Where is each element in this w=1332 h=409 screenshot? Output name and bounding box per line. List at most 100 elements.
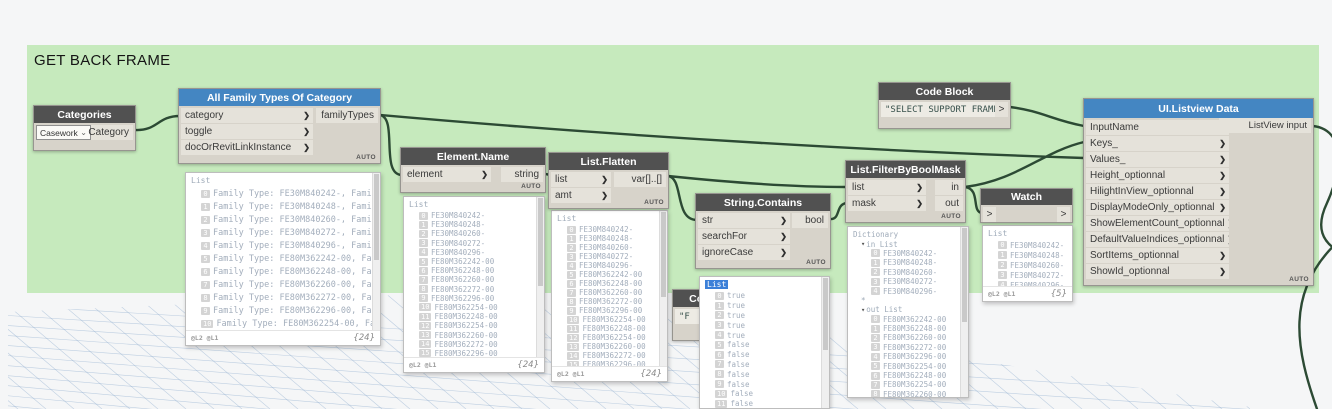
list-index-badge: 7 — [419, 275, 428, 284]
list-value: true — [727, 301, 746, 311]
output-port-out[interactable]: out — [935, 196, 963, 211]
scrollbar[interactable] — [536, 197, 544, 357]
preview-bubble-bool-list[interactable]: List 0 true 1 true 2 true 3 true 4 true 5 false 6 fal… — [699, 276, 830, 409]
input-port-showelementcount-optionnal[interactable]: ShowElementCount_optionnal — [1086, 216, 1229, 231]
input-port[interactable]: > — [983, 207, 996, 222]
preview-bubble-dictionary[interactable]: Dictionary ▾ in List 0 FE30M840242- 1 FE30M8… — [847, 226, 969, 398]
preview-bubble-element-names[interactable]: List 0 FE30M840242- 1 FE30M840248- 2 FE30M840… — [403, 196, 545, 373]
output-port-in[interactable]: in — [935, 180, 963, 195]
output-port[interactable]: > — [1057, 207, 1070, 222]
input-port-amt[interactable]: amt — [551, 188, 611, 203]
node-header[interactable]: Element.Name — [401, 148, 545, 165]
preview-bubble-flattened[interactable]: List 0 FE30M840242- 1 FE30M840248- 2 FE30M840… — [551, 210, 668, 382]
element-name-node[interactable]: Element.Name element string AUTO — [400, 147, 546, 193]
dictionary-in-branch[interactable]: ▾ in List — [853, 239, 956, 249]
input-port-sortitems-optionnal[interactable]: SortItems_optionnal — [1086, 248, 1229, 263]
output-port-var[interactable]: var[]..[] — [614, 172, 666, 187]
input-port-inputname[interactable]: InputName — [1086, 120, 1229, 135]
dynamo-canvas[interactable]: GET BACK FRAME Code Block "F List 0Famil… — [0, 0, 1332, 409]
list-value: FE80M362254-00 — [582, 315, 646, 324]
scrollbar[interactable] — [659, 211, 667, 366]
code-block-node[interactable]: Code Block "SELECT SUPPORT FRAME"; > — [878, 82, 1011, 129]
input-port-defaultvalueindices-optionnal[interactable]: DefaultValueIndices_optionnal — [1086, 232, 1229, 247]
node-header[interactable]: List.FilterByBoolMask — [846, 161, 965, 178]
scrollbar[interactable] — [960, 227, 968, 397]
category-dropdown[interactable]: Casework ⌄ — [36, 125, 91, 140]
list-index-badge: 0 — [998, 241, 1007, 249]
list-item: 10 false — [705, 389, 817, 399]
list-index-badge: 10 — [567, 315, 580, 324]
list-item: 7 FE80M362260-00 — [409, 275, 532, 284]
list-count: {24} — [517, 360, 539, 370]
input-port-values-[interactable]: Values_ — [1086, 152, 1229, 167]
lacing-indicator[interactable]: AUTO — [356, 154, 376, 161]
list-index-badge: 9 — [419, 294, 428, 303]
lacing-indicator[interactable]: AUTO — [644, 199, 664, 206]
input-port-docorrevitlinkinstance[interactable]: docOrRevitLinkInstance — [181, 140, 313, 155]
node-header[interactable]: List.Flatten — [549, 153, 668, 170]
input-port-mask[interactable]: mask — [848, 196, 926, 211]
string-contains-node[interactable]: String.Contains str bool searchFor ignor… — [695, 193, 831, 269]
filter-by-bool-mask-node[interactable]: List.FilterByBoolMask list in mask out A… — [845, 160, 966, 223]
list-value: FE30M840260- — [883, 267, 938, 277]
input-port-str[interactable]: str — [698, 213, 790, 228]
scrollbar[interactable] — [372, 173, 380, 330]
dictionary-out-branch[interactable]: ▾ out List — [853, 305, 956, 314]
input-port-keys-[interactable]: Keys_ — [1086, 136, 1229, 151]
preview-bubble-watch[interactable]: List 0 FE30M840242- 1 FE30M840248- 2 FE30M840… — [982, 225, 1073, 302]
list-levels: @L2 @L1 — [557, 370, 585, 378]
code-expression[interactable]: "SELECT SUPPORT FRAME"; — [881, 102, 995, 117]
watch-node[interactable]: Watch > > — [980, 188, 1073, 223]
list-value: false — [730, 399, 754, 408]
input-port-searchfor[interactable]: searchFor — [698, 229, 790, 244]
list-index-badge: 1 — [871, 324, 880, 333]
list-item: 8 FE80M362260-00 — [853, 390, 956, 397]
list-items: 0Family Type: FE30M840242-, Family: FE30… — [191, 187, 380, 330]
input-port-ignorecase[interactable]: ignoreCase — [698, 245, 790, 260]
lacing-indicator[interactable]: AUTO — [521, 183, 541, 190]
list-flatten-node[interactable]: List.Flatten list var[]..[] amt AUTO — [548, 152, 669, 209]
input-port-displaymodeonly-optionnal[interactable]: DisplayModeOnly_optionnal — [1086, 200, 1229, 215]
input-port-element[interactable]: element — [403, 167, 491, 182]
preview-bubble-family-types[interactable]: List 0Family Type: FE30M840242-, Family:… — [185, 172, 381, 346]
node-header[interactable]: Categories — [34, 106, 135, 123]
categories-node[interactable]: Categories Casework ⌄ Category — [33, 105, 136, 151]
list-item: 15 FE80M362296-00 — [409, 349, 532, 357]
expander-icon[interactable]: ▾ — [861, 240, 865, 248]
lacing-indicator[interactable]: AUTO — [1289, 276, 1309, 283]
output-port[interactable]: > — [995, 102, 1008, 117]
input-port-list[interactable]: list — [551, 172, 611, 187]
scrollbar[interactable] — [821, 277, 829, 408]
input-port-toggle[interactable]: toggle — [181, 124, 313, 139]
lacing-indicator[interactable]: AUTO — [941, 213, 961, 220]
node-header[interactable]: String.Contains — [696, 194, 830, 211]
list-value: FE80M362248-00 — [579, 279, 643, 288]
node-header[interactable]: Code Block — [879, 83, 1010, 100]
list-item: 6 false — [705, 350, 817, 360]
input-port-height-optionnal[interactable]: Height_optionnal — [1086, 168, 1229, 183]
output-port-string[interactable]: string — [501, 167, 543, 182]
input-port-category[interactable]: category — [181, 108, 313, 123]
lacing-indicator[interactable]: AUTO — [806, 259, 826, 266]
input-port-hilightinview-optionnal[interactable]: HilightInView_optionnal — [1086, 184, 1229, 199]
expander-icon[interactable]: ▾ — [861, 306, 865, 314]
list-value: FE80M362296-00 — [431, 293, 495, 303]
list-value: Family Type: FE80M362248-00, Family: FE8… — [213, 266, 380, 277]
ui-listview-data-node[interactable]: UI.Listview Data InputNameKeys_Values_He… — [1083, 98, 1314, 286]
list-item: 3 FE30M840272- — [988, 270, 1064, 280]
list-value: FE80M362260-00 — [582, 342, 646, 351]
input-port-showid-optionnal[interactable]: ShowId_optionnal — [1086, 264, 1229, 279]
list-value: true — [727, 291, 746, 301]
node-header[interactable]: UI.Listview Data — [1084, 99, 1313, 118]
output-port-category[interactable]: Category — [88, 125, 133, 140]
group-title[interactable]: GET BACK FRAME — [27, 45, 1319, 76]
output-port-listview-input[interactable]: ListView input — [1219, 118, 1311, 133]
list-item: 0 FE80M362242-00 — [853, 315, 956, 324]
node-header[interactable]: All Family Types Of Category — [179, 89, 380, 106]
list-header-selected[interactable]: List — [705, 280, 729, 289]
output-port-bool[interactable]: bool — [792, 213, 828, 228]
output-port-familytypes[interactable]: familyTypes — [316, 108, 378, 123]
all-family-types-node[interactable]: All Family Types Of Category category fa… — [178, 88, 381, 164]
input-port-list[interactable]: list — [848, 180, 926, 195]
node-header[interactable]: Watch — [981, 189, 1072, 205]
